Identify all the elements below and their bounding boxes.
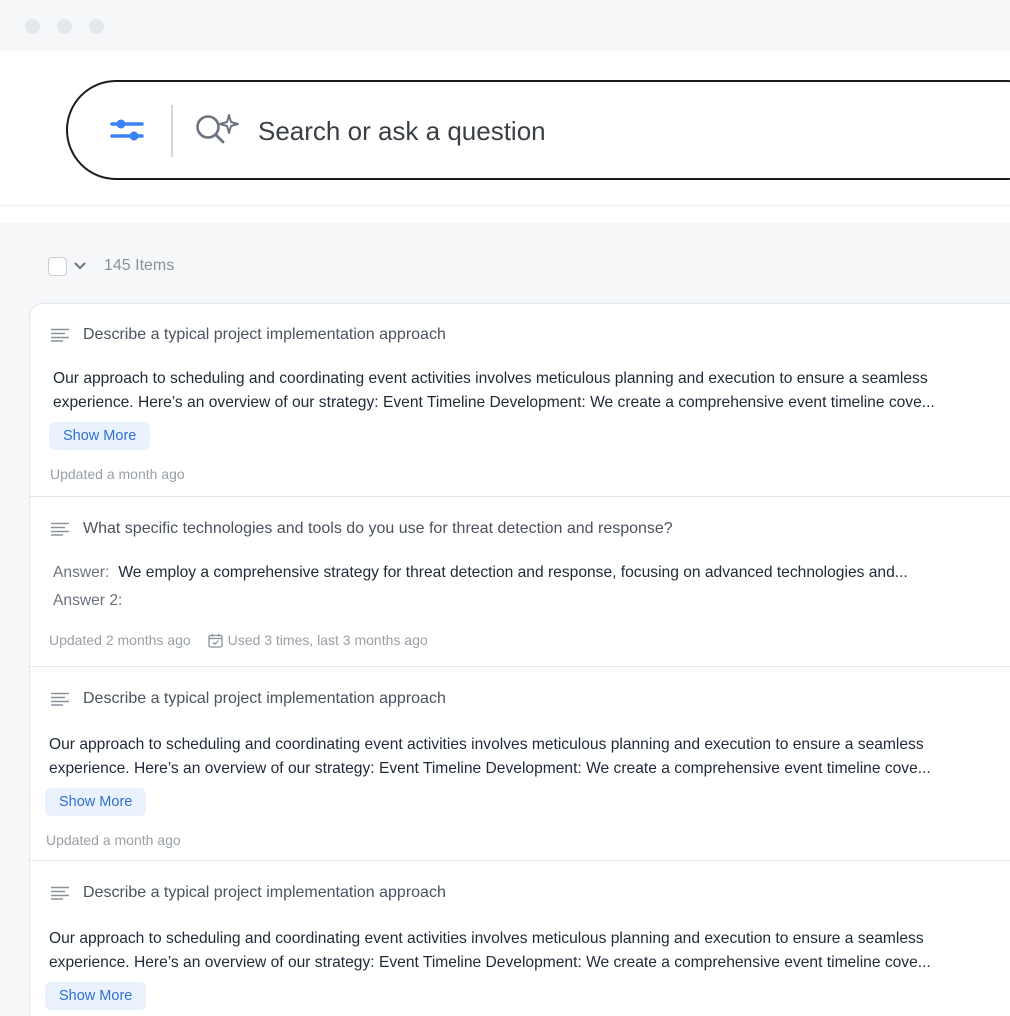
select-all-checkbox[interactable] (48, 256, 67, 276)
answer-row: Answer: We employ a comprehensive strateg… (53, 564, 908, 582)
text-lines-icon (51, 886, 69, 900)
list-item[interactable]: Describe a typical project implementatio… (30, 861, 1010, 1016)
answer2-label: Answer 2: (53, 592, 123, 609)
card-body: Our approach to scheduling and coordinat… (49, 927, 1010, 975)
text-lines-icon (51, 328, 69, 342)
list-toolbar: 145 Items (48, 256, 174, 276)
card-body-line: Our approach to scheduling and coordinat… (49, 736, 924, 753)
window-close-button[interactable] (25, 19, 40, 34)
list-area: 145 Items Describe a typical project imp… (0, 223, 1010, 1016)
chevron-down-icon[interactable] (73, 259, 87, 273)
card-body-line: Our approach to scheduling and coordinat… (49, 930, 924, 947)
updated-timestamp: Updated a month ago (50, 466, 185, 482)
card-title[interactable]: Describe a typical project implementatio… (83, 690, 446, 708)
card-body-line: Our approach to scheduling and coordinat… (53, 370, 928, 387)
window-minimize-button[interactable] (57, 19, 72, 34)
card-title[interactable]: Describe a typical project implementatio… (83, 884, 446, 902)
card-title-row: Describe a typical project implementatio… (51, 690, 446, 708)
card-meta: Updated 2 months ago Used 3 times, last … (49, 632, 428, 648)
answer-text: We employ a comprehensive strategy for t… (118, 564, 908, 581)
search-area (0, 51, 1010, 206)
card-body-line: experience. Here’s an overview of our st… (53, 394, 935, 411)
answer-label: Answer: (53, 564, 110, 581)
search-input[interactable] (258, 108, 958, 154)
card-title-row: Describe a typical project implementatio… (51, 884, 446, 902)
search-divider (171, 105, 173, 157)
card-title-row: What specific technologies and tools do … (51, 520, 673, 538)
card-title[interactable]: Describe a typical project implementatio… (83, 326, 446, 344)
card-title[interactable]: What specific technologies and tools do … (83, 520, 673, 538)
list-item[interactable]: What specific technologies and tools do … (30, 497, 1010, 667)
ai-search-icon (193, 111, 243, 151)
card-body: Our approach to scheduling and coordinat… (53, 367, 1010, 415)
answer2-row: Answer 2: (53, 592, 122, 610)
results-list: Describe a typical project implementatio… (29, 303, 1010, 1016)
text-lines-icon (51, 692, 69, 706)
updated-timestamp: Updated a month ago (46, 832, 181, 848)
calendar-check-icon (208, 633, 223, 648)
card-body-line: experience. Here’s an overview of our st… (49, 954, 931, 971)
show-more-button[interactable]: Show More (49, 422, 151, 450)
title-bar (0, 0, 1010, 51)
updated-timestamp: Updated 2 months ago (49, 632, 191, 648)
app-window: 145 Items Describe a typical project imp… (0, 0, 1010, 1016)
text-lines-icon (51, 522, 69, 536)
usage-text: Used 3 times, last 3 months ago (227, 632, 428, 648)
list-item[interactable]: Describe a typical project implementatio… (30, 667, 1010, 861)
card-title-row: Describe a typical project implementatio… (51, 326, 446, 344)
item-count: 145 Items (104, 257, 175, 274)
search-bar[interactable] (66, 80, 1010, 180)
window-maximize-button[interactable] (89, 19, 104, 34)
list-item[interactable]: Describe a typical project implementatio… (30, 304, 1010, 497)
show-more-button[interactable]: Show More (45, 788, 147, 816)
card-body-line: experience. Here’s an overview of our st… (49, 760, 931, 777)
show-more-button[interactable]: Show More (45, 982, 147, 1010)
card-body: Our approach to scheduling and coordinat… (49, 733, 1010, 781)
sliders-icon[interactable] (110, 116, 144, 144)
